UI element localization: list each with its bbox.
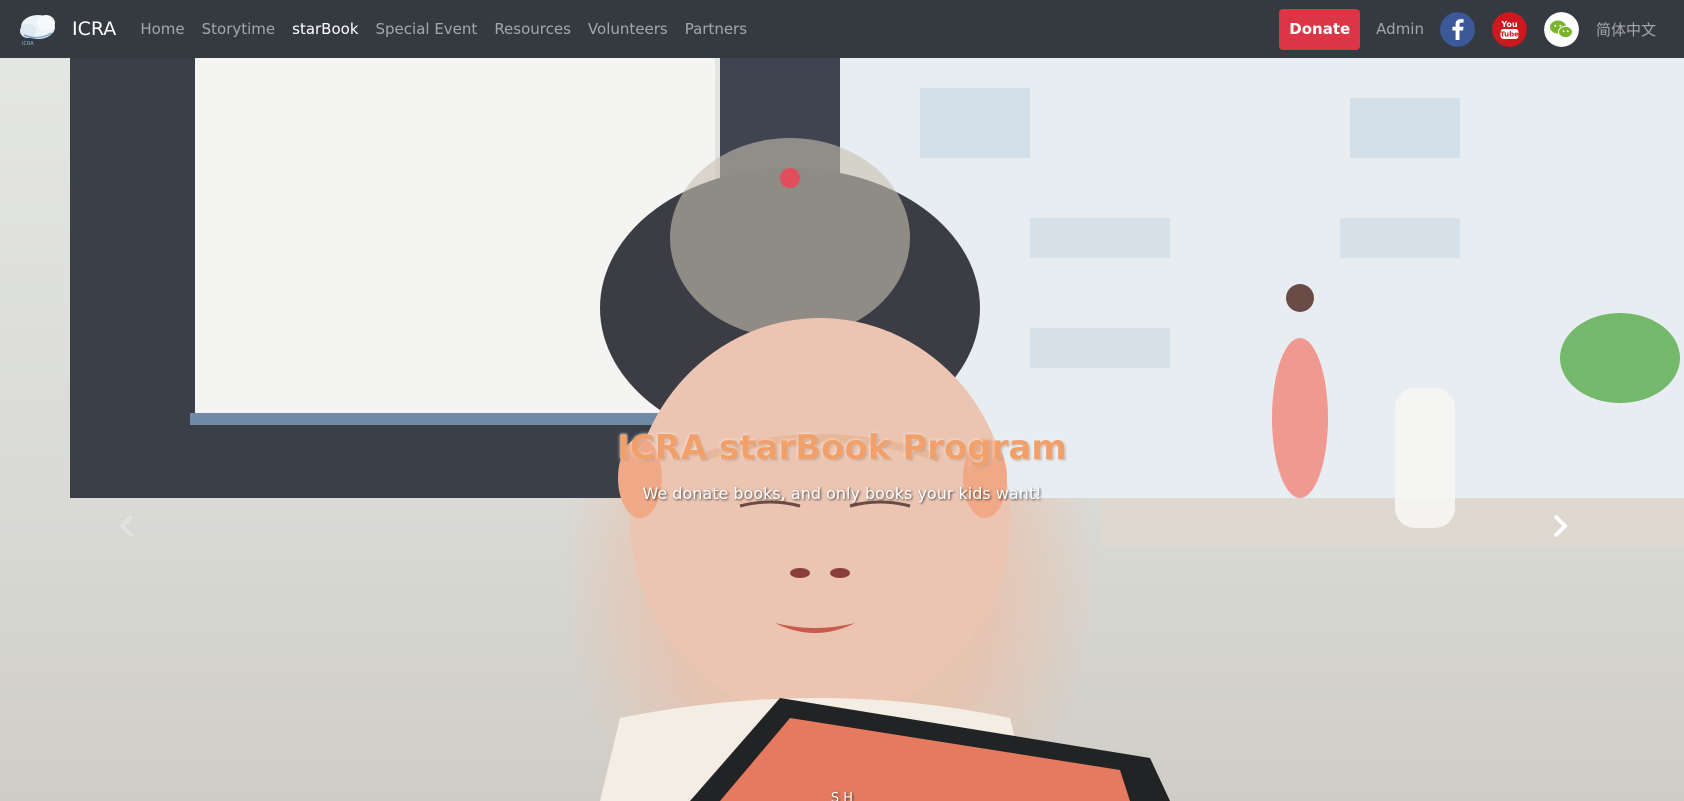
carousel-next-icon[interactable] [1545,506,1575,546]
nav-starbook[interactable]: starBook [292,20,358,38]
nav-partners[interactable]: Partners [685,20,747,38]
nav-storytime[interactable]: Storytime [202,20,276,38]
hero-carousel: ICRA starBook Program We donate books, a… [0,58,1684,801]
facebook-icon[interactable] [1439,11,1475,47]
top-navbar: ICRA ICRA Home Storytime starBook Specia… [0,0,1684,58]
nav-right-group: Donate Admin You Tube 简体中文 [1279,8,1668,50]
main-nav: Home Storytime starBook Special Event Re… [140,20,764,38]
svg-text:You: You [1500,20,1518,29]
hero-title: ICRA starBook Program [617,428,1067,468]
nav-special-event[interactable]: Special Event [376,20,478,38]
nav-volunteers[interactable]: Volunteers [588,20,668,38]
nav-resources[interactable]: Resources [494,20,571,38]
svg-text:Tube: Tube [1500,30,1519,38]
wechat-icon[interactable] [1543,11,1579,47]
hero-subtitle: We donate books, and only books your kid… [642,484,1042,503]
language-switch[interactable]: 简体中文 [1596,19,1656,40]
brand-name[interactable]: ICRA [72,18,116,40]
icra-logo[interactable]: ICRA [16,11,58,47]
hero-partial-caption: S H [830,791,854,801]
svg-text:ICRA: ICRA [22,41,34,47]
admin-link[interactable]: Admin [1376,20,1424,38]
nav-home[interactable]: Home [140,20,184,38]
carousel-prev-icon[interactable] [112,506,142,546]
youtube-icon[interactable]: You Tube [1491,11,1527,47]
donate-button[interactable]: Donate [1279,8,1361,50]
